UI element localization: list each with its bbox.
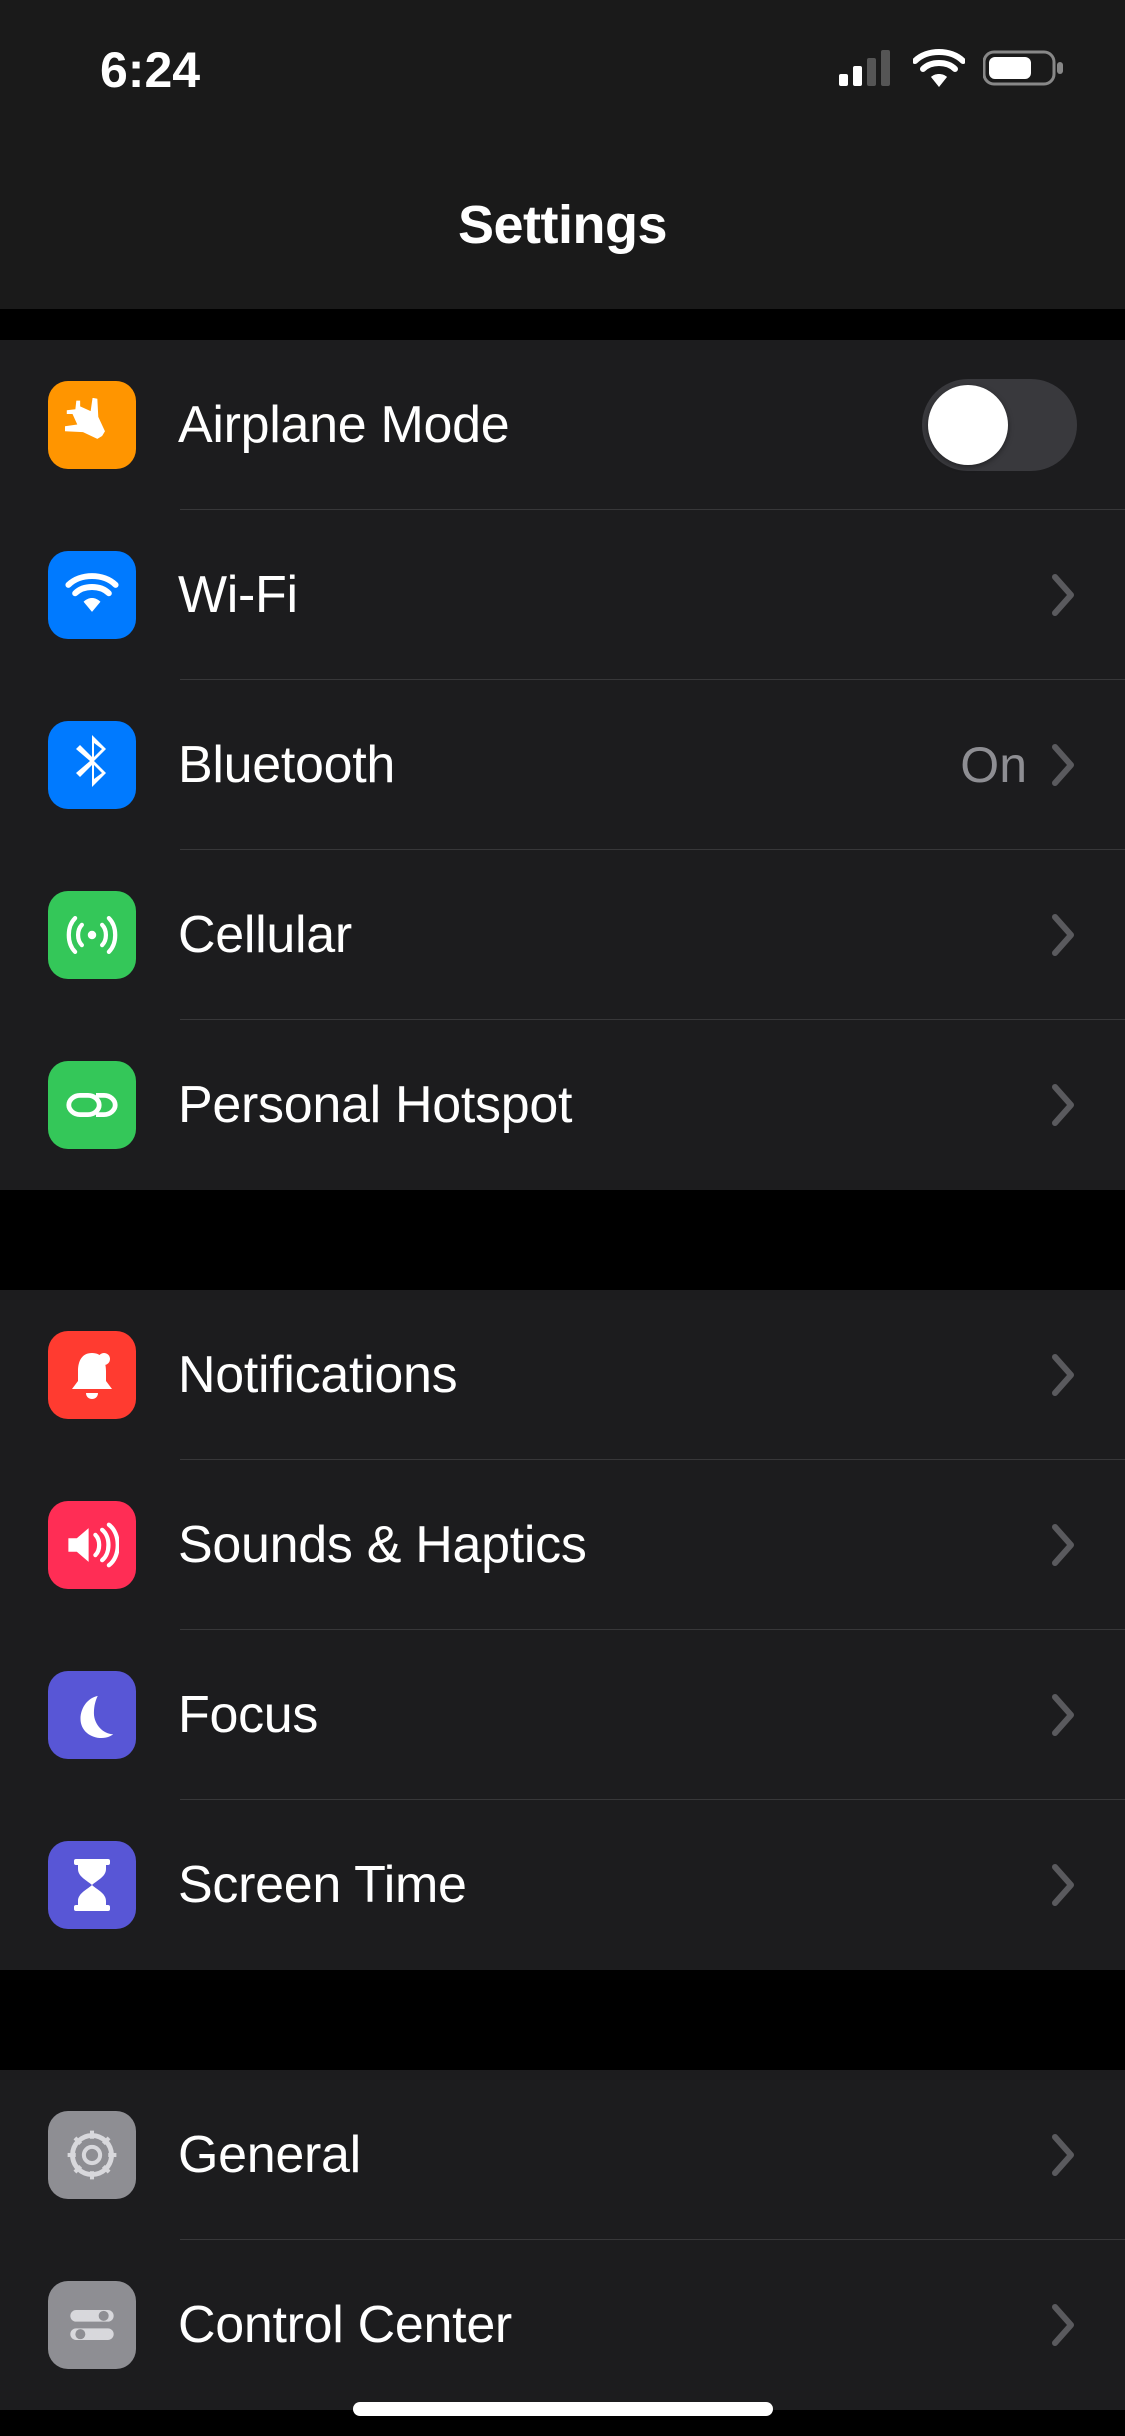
- section-gap: [0, 1970, 1125, 2070]
- speaker-icon: [48, 1501, 136, 1589]
- wifi-status-icon: [913, 49, 965, 92]
- row-notifications[interactable]: Notifications: [0, 1290, 1125, 1460]
- hourglass-icon: [48, 1841, 136, 1929]
- toggle-knob: [928, 385, 1008, 465]
- row-label: Airplane Mode: [178, 395, 922, 455]
- row-label: Personal Hotspot: [178, 1075, 1051, 1135]
- row-general[interactable]: General: [0, 2070, 1125, 2240]
- row-label: Control Center: [178, 2295, 1051, 2355]
- spacer: [0, 310, 1125, 340]
- status-icons: [839, 49, 1065, 92]
- page-title: Settings: [458, 194, 667, 256]
- moon-icon: [48, 1671, 136, 1759]
- chevron-right-icon: [1051, 743, 1077, 787]
- row-screen-time[interactable]: Screen Time: [0, 1800, 1125, 1970]
- chevron-right-icon: [1051, 1693, 1077, 1737]
- chevron-right-icon: [1051, 2133, 1077, 2177]
- gear-icon: [48, 2111, 136, 2199]
- settings-group-connectivity: Airplane Mode Wi-Fi Bluetooth On: [0, 340, 1125, 1190]
- bell-icon: [48, 1331, 136, 1419]
- status-bar: 6:24: [0, 0, 1125, 140]
- row-label: Cellular: [178, 905, 1051, 965]
- sliders-icon: [48, 2281, 136, 2369]
- row-label: Wi-Fi: [178, 565, 1051, 625]
- section-gap: [0, 1190, 1125, 1290]
- chevron-right-icon: [1051, 1523, 1077, 1567]
- row-airplane-mode[interactable]: Airplane Mode: [0, 340, 1125, 510]
- row-bluetooth[interactable]: Bluetooth On: [0, 680, 1125, 850]
- settings-group-alerts: Notifications Sounds & Haptics Focus: [0, 1290, 1125, 1970]
- bluetooth-icon: [48, 721, 136, 809]
- chevron-right-icon: [1051, 2303, 1077, 2347]
- status-time: 6:24: [100, 41, 200, 99]
- airplane-icon: [48, 381, 136, 469]
- antenna-icon: [48, 891, 136, 979]
- row-control-center[interactable]: Control Center: [0, 2240, 1125, 2410]
- row-focus[interactable]: Focus: [0, 1630, 1125, 1800]
- chevron-right-icon: [1051, 1863, 1077, 1907]
- row-label: Focus: [178, 1685, 1051, 1745]
- row-label: Sounds & Haptics: [178, 1515, 1051, 1575]
- row-label: Bluetooth: [178, 735, 960, 795]
- row-personal-hotspot[interactable]: Personal Hotspot: [0, 1020, 1125, 1190]
- chevron-right-icon: [1051, 1353, 1077, 1397]
- row-sounds-haptics[interactable]: Sounds & Haptics: [0, 1460, 1125, 1630]
- row-cellular[interactable]: Cellular: [0, 850, 1125, 1020]
- airplane-toggle[interactable]: [922, 379, 1077, 471]
- chevron-right-icon: [1051, 913, 1077, 957]
- settings-group-system: General Control Center: [0, 2070, 1125, 2410]
- home-indicator[interactable]: [353, 2402, 773, 2416]
- chevron-right-icon: [1051, 573, 1077, 617]
- row-label: Screen Time: [178, 1855, 1051, 1915]
- wifi-icon: [48, 551, 136, 639]
- row-label: Notifications: [178, 1345, 1051, 1405]
- row-label: General: [178, 2125, 1051, 2185]
- row-wifi[interactable]: Wi-Fi: [0, 510, 1125, 680]
- link-icon: [48, 1061, 136, 1149]
- chevron-right-icon: [1051, 1083, 1077, 1127]
- battery-icon: [983, 49, 1065, 92]
- cellular-signal-icon: [839, 50, 895, 91]
- page-header: Settings: [0, 140, 1125, 310]
- row-value: On: [960, 736, 1027, 794]
